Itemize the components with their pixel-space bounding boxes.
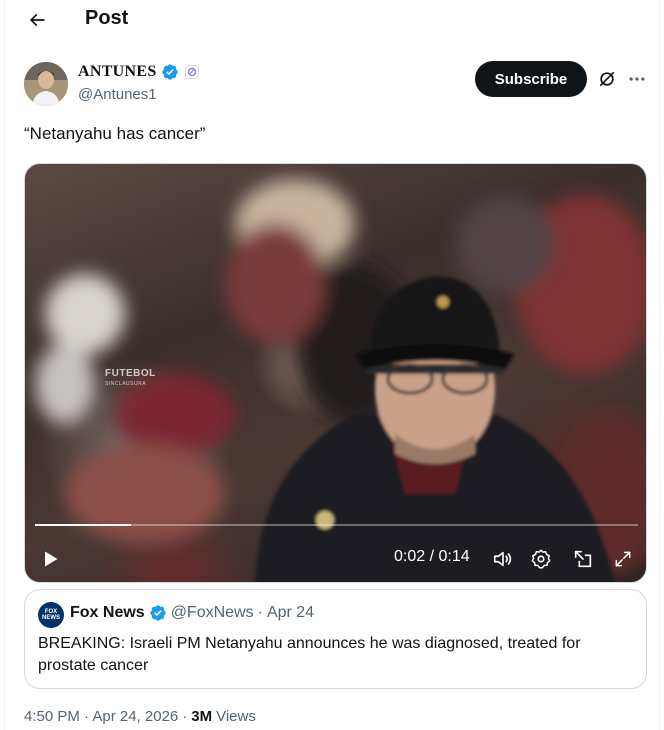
volume-icon: [493, 551, 512, 567]
settings-icon: [531, 549, 551, 569]
settings-button[interactable]: [528, 546, 554, 572]
play-icon: [45, 551, 58, 567]
quote-separator: ·: [257, 604, 263, 621]
post-page: Post ANTUNES @Antunes1 Subscribe “Netany…: [4, 0, 660, 730]
fox-news-logo-text: FOX NEWS: [42, 609, 60, 621]
quote-author-handle: @FoxNews: [170, 604, 254, 621]
tweet-text: “Netanyahu has cancer”: [24, 124, 206, 143]
volume-button[interactable]: [490, 546, 516, 572]
avatar-image: [24, 62, 68, 106]
video-player[interactable]: FUTEBOL SINCLAUSURA 0:02 / 0:14: [24, 163, 647, 583]
verified-badge-icon: [161, 64, 178, 80]
watermark-subtext: SINCLAUSURA: [105, 381, 147, 387]
more-icon: [629, 77, 645, 81]
author-name-row: ANTUNES: [78, 63, 199, 81]
video-time: 0:02 / 0:14: [394, 548, 470, 565]
dock-icon: [574, 550, 592, 568]
views-label: Views: [216, 708, 256, 725]
author-handle[interactable]: @Antunes1: [78, 86, 157, 103]
grok-icon: [599, 71, 615, 87]
fullscreen-icon: [615, 551, 631, 567]
affiliate-badge-icon[interactable]: [184, 65, 199, 79]
meta-separator: ·: [182, 708, 188, 725]
views-count: 3M: [191, 708, 213, 725]
quote-author-name: Fox News: [70, 604, 145, 621]
subscribe-button[interactable]: Subscribe: [475, 61, 587, 97]
quoted-post[interactable]: FOX NEWS Fox News @FoxNews · Apr 24 BREA…: [24, 589, 647, 689]
quote-avatar: FOX NEWS: [38, 602, 64, 628]
quote-header: Fox News @FoxNews · Apr 24: [70, 604, 314, 622]
verified-badge-icon: [150, 605, 166, 621]
author-name[interactable]: ANTUNES: [78, 63, 157, 81]
play-button[interactable]: [37, 546, 63, 572]
quote-text: BREAKING: Israeli PM Netanyahu announces…: [38, 635, 581, 674]
quote-date: Apr 24: [266, 604, 315, 621]
post-meta: 4:50 PM · Apr 24, 2026 · 3M Views: [24, 708, 256, 725]
more-button[interactable]: [625, 67, 649, 91]
back-button[interactable]: [21, 4, 53, 36]
arrow-left-icon: [29, 13, 45, 27]
fullscreen-button[interactable]: [610, 546, 636, 572]
dock-button[interactable]: [570, 546, 596, 572]
watermark-text: FUTEBOL: [105, 368, 156, 379]
post-timestamp[interactable]: 4:50 PM · Apr 24, 2026: [24, 708, 178, 725]
grok-button[interactable]: [595, 67, 619, 91]
author-avatar[interactable]: [24, 62, 68, 106]
video-progress-fill: [35, 524, 132, 526]
video-watermark: FUTEBOL SINCLAUSURA: [105, 369, 156, 389]
video-progress-bar[interactable]: [35, 524, 638, 526]
top-bar: Post: [5, 0, 659, 40]
page-title: Post: [85, 7, 129, 29]
